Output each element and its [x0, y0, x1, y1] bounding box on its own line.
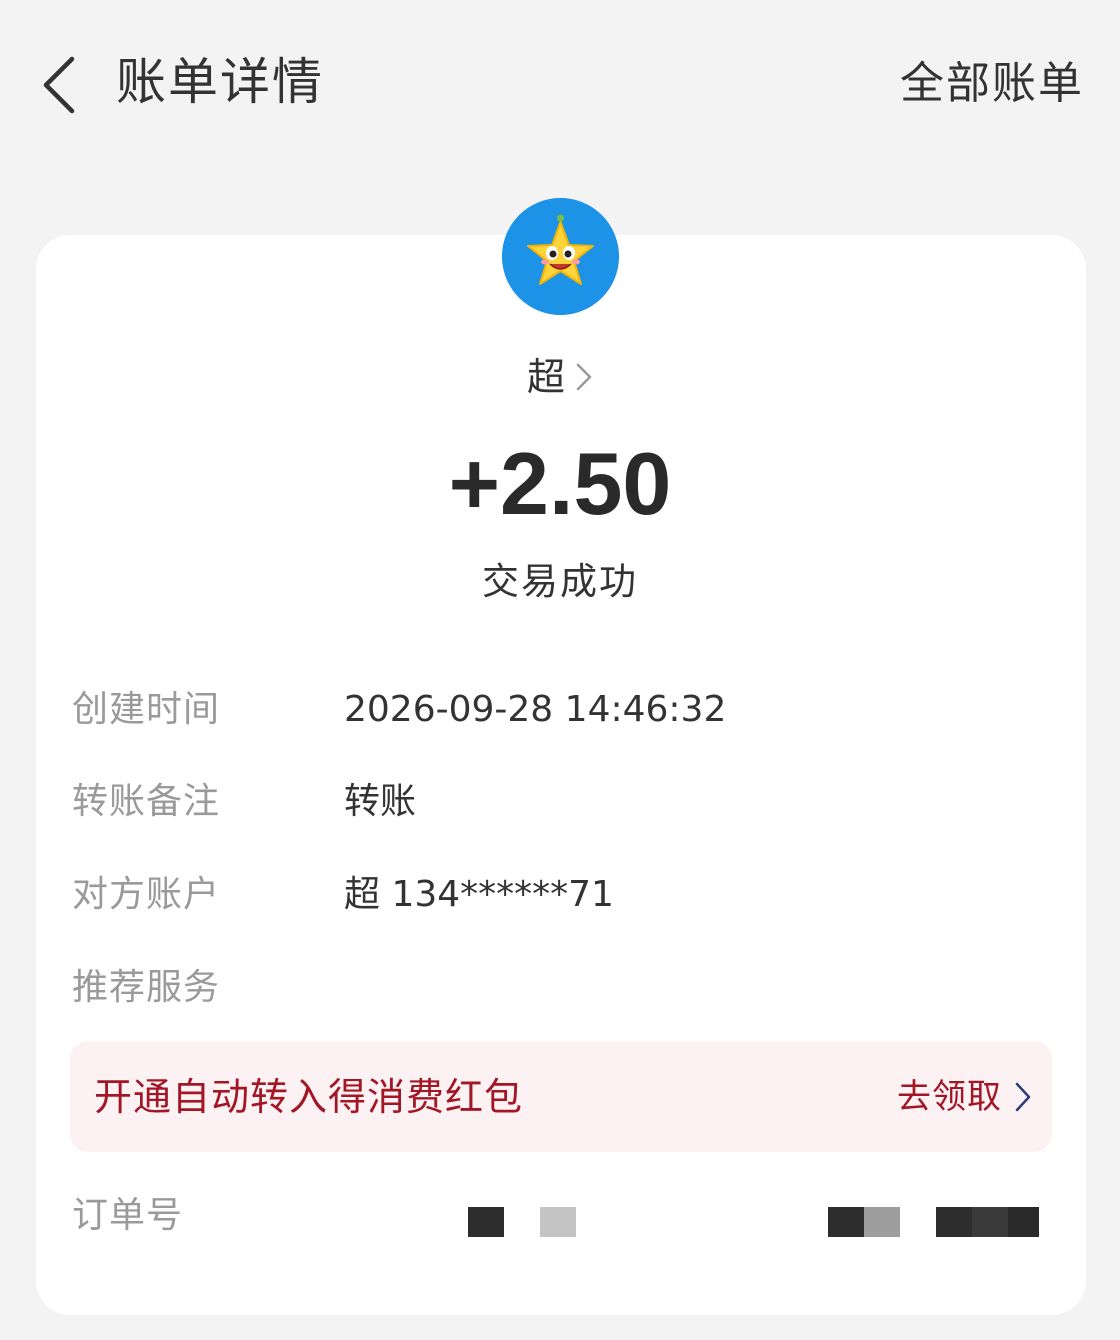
detail-value: 转账 [344, 781, 417, 822]
detail-row-created-time: 创建时间 2026-09-28 14:46:32 [72, 682, 1052, 738]
detail-value: 2026-09-28 14:46:32 [344, 689, 727, 730]
detail-label: 对方账户 [72, 874, 221, 915]
star-avatar-icon [502, 198, 619, 315]
transaction-amount: +2.50 [448, 434, 672, 533]
detail-label: 创建时间 [72, 689, 221, 730]
redaction-block [540, 1207, 576, 1237]
transaction-status: 交易成功 [482, 560, 638, 603]
back-arrow-icon [43, 56, 75, 114]
redaction-block [936, 1207, 972, 1237]
promo-text: 开通自动转入得消费红包 [94, 1075, 524, 1119]
detail-row-counterparty: 对方账户 超 134******71 [72, 867, 1052, 923]
detail-label: 订单号 [72, 1195, 184, 1236]
promo-claim-button[interactable]: 去领取 [897, 1069, 1032, 1125]
redaction-block [972, 1207, 1008, 1237]
detail-value: 超 134******71 [344, 874, 614, 915]
payer-name: 超 [526, 355, 565, 399]
page-title: 账单详情 [116, 53, 324, 111]
redaction-block [828, 1207, 864, 1237]
detail-label: 转账备注 [72, 781, 221, 822]
redaction-block [1008, 1207, 1039, 1237]
all-bills-link[interactable]: 全部账单 [900, 54, 1084, 114]
detail-row-transfer-note: 转账备注 转账 [72, 774, 1052, 830]
payer-link[interactable]: 超 [0, 350, 1120, 404]
redaction-block [468, 1207, 504, 1237]
chevron-right-icon [576, 363, 592, 391]
payer-avatar[interactable] [502, 198, 619, 315]
chevron-right-icon [1015, 1082, 1031, 1112]
back-button[interactable] [34, 52, 84, 118]
app-header: 账单详情 全部账单 [0, 0, 1120, 170]
redaction-block [864, 1207, 900, 1237]
promo-banner[interactable]: 开通自动转入得消费红包 去领取 [70, 1041, 1052, 1152]
promo-claim-label: 去领取 [897, 1077, 1002, 1117]
detail-row-recommended: 推荐服务 [72, 960, 1052, 1016]
detail-label: 推荐服务 [72, 967, 221, 1008]
